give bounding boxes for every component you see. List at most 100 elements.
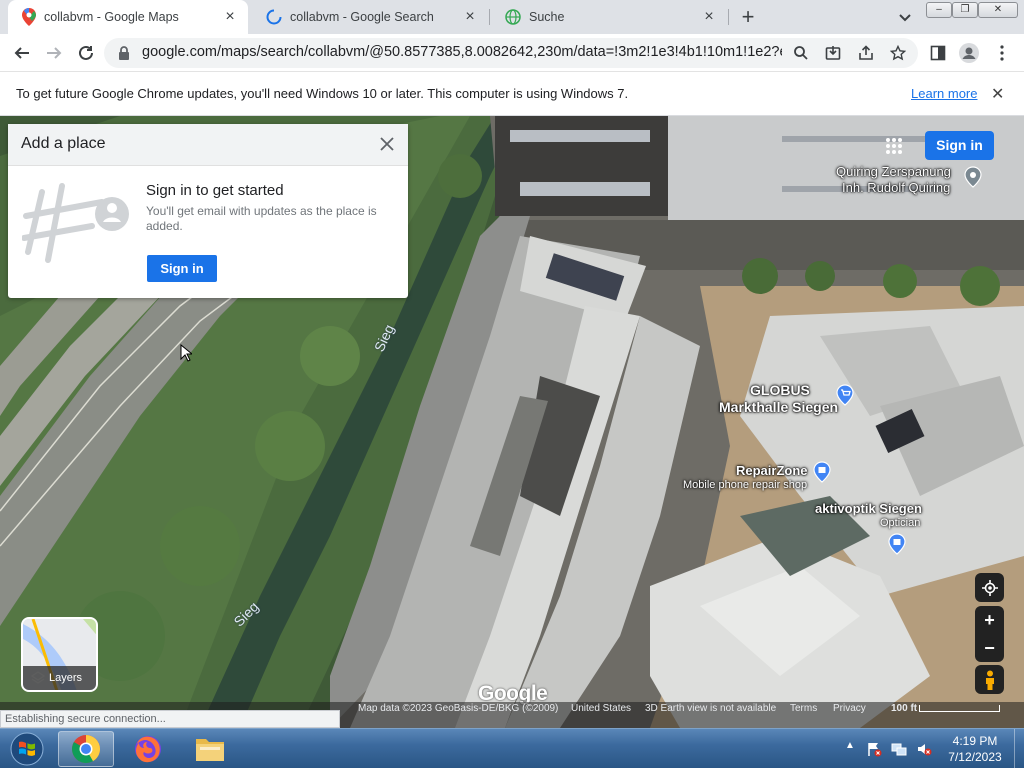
- layers-button[interactable]: Layers: [21, 617, 98, 692]
- tab-google-maps[interactable]: collabvm - Google Maps ×: [8, 0, 248, 34]
- show-desktop-button[interactable]: [1014, 729, 1024, 769]
- globe-icon: [505, 9, 521, 25]
- infobar-close-icon[interactable]: ✕: [991, 84, 1004, 104]
- action-center-flag-icon[interactable]: [866, 741, 882, 757]
- map-pin-icon[interactable]: [962, 166, 984, 188]
- clock-time: 4:19 PM: [952, 734, 998, 748]
- map-data-text: Map data ©2023 GeoBasis-DE/BKG (©2009): [358, 703, 559, 714]
- windows-start-icon: [10, 732, 44, 766]
- scale-label[interactable]: 100 ft: [891, 702, 917, 716]
- volume-muted-icon[interactable]: [916, 741, 932, 757]
- tab-suche[interactable]: Suche ×: [491, 0, 727, 34]
- back-button[interactable]: [10, 41, 34, 65]
- close-icon[interactable]: [376, 133, 398, 155]
- shopping-cart-pin-icon[interactable]: [834, 384, 856, 406]
- status-bubble: Establishing secure connection...: [0, 710, 340, 728]
- tab-separator: [728, 9, 729, 25]
- install-app-icon[interactable]: [823, 43, 843, 63]
- mouse-cursor-icon: [180, 344, 192, 362]
- loading-spinner-icon: [266, 9, 282, 25]
- chrome-icon: [72, 735, 100, 763]
- close-window-button[interactable]: ✕: [978, 2, 1018, 18]
- pegman-icon: [985, 670, 994, 690]
- crosshair-icon: [981, 579, 998, 596]
- search-icon[interactable]: [791, 43, 811, 63]
- system-clock[interactable]: 4:19 PM 7/12/2023: [940, 733, 1010, 765]
- tab-title: collabvm - Google Maps: [44, 10, 179, 24]
- shop-pin-icon[interactable]: [886, 533, 908, 555]
- poi-repairzone-sub[interactable]: Mobile phone repair shop: [683, 479, 807, 491]
- back-arrow-icon: [14, 47, 29, 59]
- minimize-button[interactable]: –: [926, 2, 952, 18]
- windows-taskbar: ▲ 4:19 PM 7/12/2023: [0, 728, 1024, 769]
- start-button[interactable]: [2, 731, 52, 767]
- taskbar-chrome[interactable]: [58, 731, 114, 767]
- poi-aktivoptik-name[interactable]: aktivoptik Siegen: [815, 501, 922, 516]
- bookmark-star-icon[interactable]: [888, 43, 908, 63]
- restore-button[interactable]: ❐: [952, 2, 978, 18]
- poi-globus-name2[interactable]: Markthalle Siegen: [719, 399, 838, 415]
- forward-arrow-icon: [47, 47, 62, 59]
- three-dots-icon: [1000, 45, 1004, 61]
- sign-in-button[interactable]: Sign in: [147, 255, 217, 282]
- network-icon[interactable]: [891, 741, 907, 757]
- zoom-out-button[interactable]: −: [975, 634, 1004, 662]
- poi-aktivoptik-sub[interactable]: Optician: [880, 517, 920, 529]
- tab-search-chevron-icon[interactable]: [896, 8, 914, 26]
- maps-pin-icon: [22, 8, 36, 26]
- pegman-button[interactable]: [975, 665, 1004, 694]
- firefox-icon: [135, 736, 161, 763]
- side-panel-button[interactable]: [926, 41, 950, 65]
- taskbar-file-explorer[interactable]: [182, 731, 238, 767]
- reload-icon: [79, 45, 93, 60]
- address-bar[interactable]: google.com/maps/search/collabvm/@50.8577…: [104, 38, 918, 68]
- lock-icon[interactable]: [118, 45, 130, 61]
- tab-strip: collabvm - Google Maps × collabvm - Goog…: [0, 0, 1024, 34]
- card-header-title: Add a place: [21, 135, 106, 152]
- tab-title: Suche: [529, 10, 565, 24]
- side-panel-icon: [930, 45, 946, 61]
- menu-button[interactable]: [990, 41, 1014, 65]
- earth-view-text: 3D Earth view is not available: [645, 703, 777, 714]
- add-place-card: Add a place Sign in to get started You'l…: [8, 124, 408, 298]
- taskbar-firefox[interactable]: [120, 731, 176, 767]
- infobar-message: To get future Google Chrome updates, you…: [16, 86, 629, 101]
- map-person-illustration: [22, 183, 129, 263]
- scale-bar[interactable]: [919, 705, 1000, 712]
- new-tab-button[interactable]: +: [738, 6, 758, 28]
- share-icon[interactable]: [856, 43, 876, 63]
- profile-button[interactable]: [957, 41, 981, 65]
- layers-label: Layers: [23, 666, 96, 690]
- privacy-link[interactable]: Privacy: [833, 702, 866, 716]
- browser-toolbar: google.com/maps/search/collabvm/@50.8577…: [0, 34, 1024, 72]
- tab-separator: [489, 9, 490, 25]
- map-sign-in-button[interactable]: Sign in: [925, 131, 994, 160]
- poi-globus-name[interactable]: GLOBUS: [750, 382, 810, 398]
- update-infobar: To get future Google Chrome updates, you…: [0, 73, 1024, 116]
- learn-more-link[interactable]: Learn more: [911, 86, 977, 101]
- card-header: Add a place: [8, 124, 408, 166]
- tab-close-icon[interactable]: ×: [462, 9, 478, 25]
- my-location-button[interactable]: [975, 573, 1004, 602]
- url-text[interactable]: google.com/maps/search/collabvm/@50.8577…: [142, 44, 782, 60]
- tab-close-icon[interactable]: ×: [222, 9, 238, 25]
- google-apps-icon[interactable]: [885, 137, 903, 155]
- file-explorer-icon: [196, 739, 224, 761]
- shop-pin-icon[interactable]: [811, 461, 833, 483]
- zoom-in-button[interactable]: +: [975, 606, 1004, 634]
- clock-date: 7/12/2023: [948, 750, 1002, 764]
- tab-title: collabvm - Google Search: [290, 10, 434, 24]
- reload-button[interactable]: [74, 41, 98, 65]
- forward-button[interactable]: [42, 41, 66, 65]
- tab-google-search[interactable]: collabvm - Google Search ×: [252, 0, 488, 34]
- terms-link[interactable]: Terms: [790, 702, 817, 716]
- card-title: Sign in to get started: [146, 182, 284, 199]
- show-hidden-icons-arrow[interactable]: ▲: [845, 740, 855, 751]
- country-link[interactable]: United States: [571, 702, 631, 716]
- tab-close-icon[interactable]: ×: [701, 9, 717, 25]
- poi-quiring-name[interactable]: Quiring Zerspanung: [836, 164, 951, 179]
- card-description: You'll get email with updates as the pla…: [146, 204, 377, 233]
- poi-repairzone-name[interactable]: RepairZone: [736, 463, 808, 478]
- poi-quiring-name2[interactable]: Inh. Rudolf Quiring: [842, 180, 950, 195]
- avatar-icon: [959, 43, 979, 63]
